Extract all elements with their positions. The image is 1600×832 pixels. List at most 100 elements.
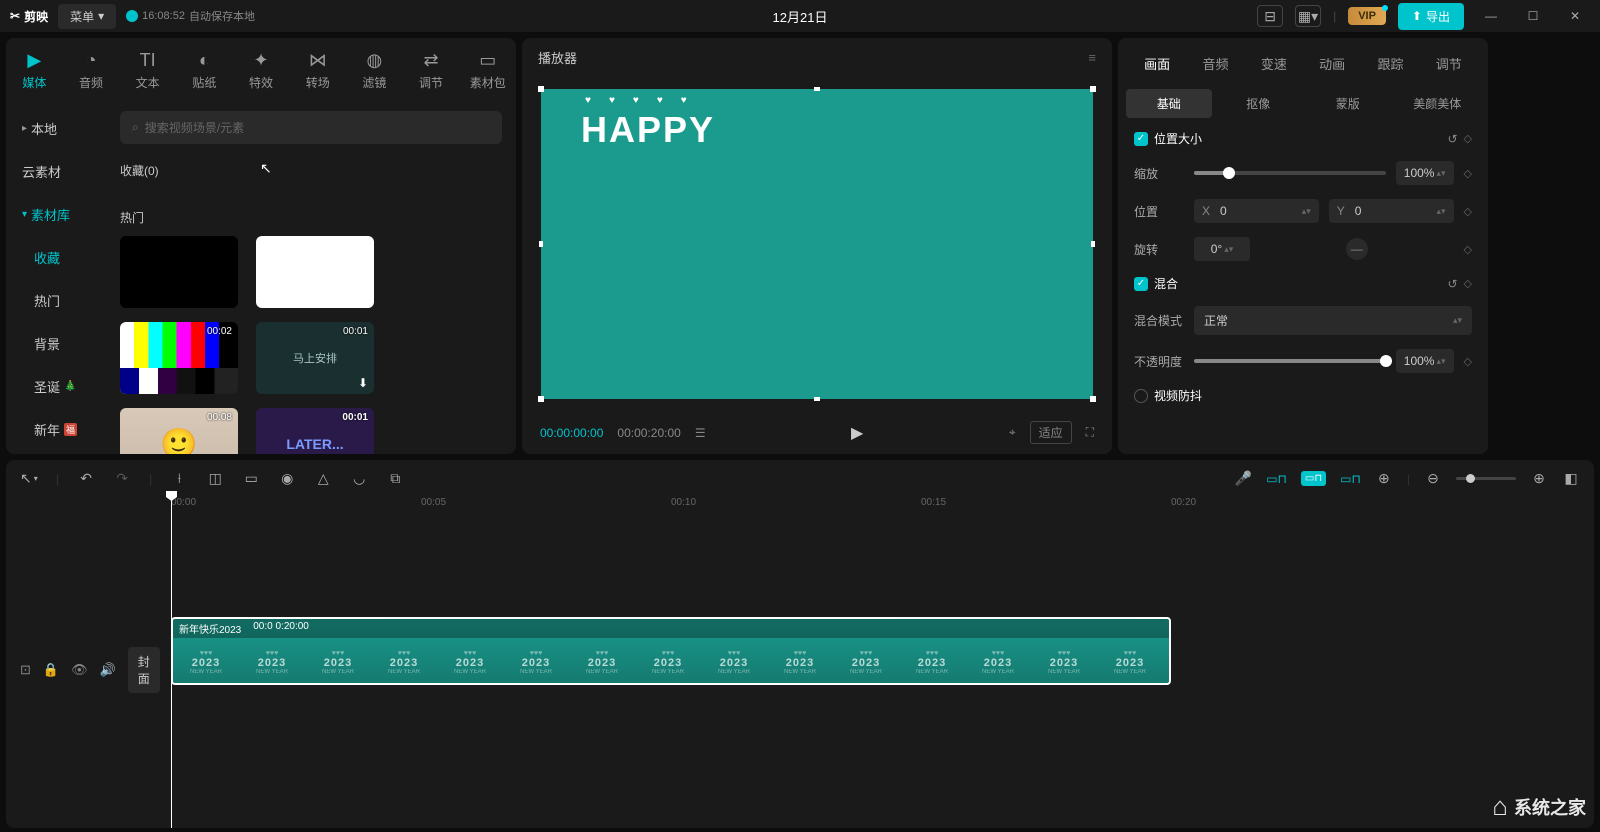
link-button[interactable]: ▭⊓ — [1340, 472, 1361, 486]
tab-sticker[interactable]: ◐贴纸 — [176, 44, 233, 97]
focus-icon[interactable]: ⌖ — [1009, 425, 1016, 440]
handle-top[interactable] — [814, 87, 820, 91]
fullscreen-icon[interactable]: ⛶ — [1086, 425, 1094, 440]
project-title[interactable]: 12月21日 — [773, 7, 828, 26]
list-icon[interactable]: ☰ — [695, 426, 706, 440]
reverse-tool[interactable]: △ — [314, 470, 332, 487]
opacity-input[interactable]: 100%▴▾ — [1396, 349, 1454, 373]
menu-icon[interactable]: ≡ — [1088, 50, 1096, 65]
magnet-button[interactable]: ▭⊓ — [1301, 471, 1326, 486]
thumb-white[interactable] — [256, 236, 374, 308]
tab-adjust[interactable]: ⇄调节 — [403, 44, 460, 97]
handle-bottom[interactable] — [814, 397, 820, 401]
subtab-basic[interactable]: 基础 — [1126, 89, 1212, 118]
tab-media[interactable]: ▶媒体 — [6, 44, 63, 97]
nav-background[interactable]: 背景 — [6, 324, 106, 363]
subtab-cutout[interactable]: 抠像 — [1216, 89, 1302, 118]
handle-right[interactable] — [1091, 241, 1095, 247]
tab-tracking[interactable]: 跟踪 — [1361, 50, 1419, 77]
minimize-button[interactable]: — — [1476, 9, 1506, 23]
tab-effects[interactable]: ✦特效 — [233, 44, 290, 97]
delete-right-tool[interactable]: ▭ — [242, 470, 260, 487]
keyframe-icon[interactable]: ◇ — [1464, 277, 1472, 290]
pos-x-input[interactable]: X0▴▾ — [1194, 199, 1319, 223]
layout-icon[interactable]: ▦▾ — [1295, 5, 1321, 27]
thumb-face[interactable]: 🙂00:08 — [120, 408, 238, 454]
mirror-tool[interactable]: ◡ — [350, 470, 368, 487]
keyframe-icon[interactable]: ◇ — [1464, 132, 1472, 145]
checkbox-icon[interactable]: ✓ — [1134, 132, 1148, 146]
subtab-mask[interactable]: 蒙版 — [1305, 89, 1391, 118]
zoom-in-button[interactable]: ⊕ — [1530, 470, 1548, 487]
delete-left-tool[interactable]: ◫ — [206, 470, 224, 487]
redo-button[interactable]: ↷ — [113, 470, 131, 487]
handle-br[interactable] — [1090, 396, 1096, 402]
record-tool[interactable]: ◉ — [278, 470, 296, 487]
timeline-tracks[interactable]: 新年快乐2023 00:0 0:20:00 ♥♥♥2023NEW YEAR♥♥♥… — [171, 517, 1594, 828]
playhead[interactable] — [171, 497, 172, 828]
tab-filter[interactable]: ◍滤镜 — [346, 44, 403, 97]
handle-tr[interactable] — [1090, 86, 1096, 92]
export-button[interactable]: ⬆ 导出 — [1398, 3, 1464, 30]
reset-icon[interactable]: ↺ — [1447, 132, 1457, 146]
mic-button[interactable]: 🎤 — [1234, 470, 1252, 487]
preview-area[interactable]: ♥♥♥♥♥ HAPPY — [538, 77, 1096, 411]
tab-picture[interactable]: 画面 — [1128, 50, 1186, 77]
toggle-icon[interactable]: ⊡ — [20, 662, 31, 678]
zoom-slider[interactable] — [1456, 477, 1516, 480]
flip-button[interactable]: — — [1346, 238, 1368, 260]
tab-animation[interactable]: 动画 — [1303, 50, 1361, 77]
select-tool[interactable]: ↖▾ — [20, 470, 38, 487]
crop-tool[interactable]: ⧉ — [386, 470, 404, 487]
tab-transition[interactable]: ⋈转场 — [289, 44, 346, 97]
handle-left[interactable] — [539, 241, 543, 247]
timeline-ruler[interactable]: 00:00 00:05 00:10 00:15 00:20 — [6, 497, 1594, 517]
subtab-beauty[interactable]: 美颜美体 — [1395, 89, 1481, 118]
split-tool[interactable]: ⟊ — [170, 470, 188, 487]
magnet-main-button[interactable]: ▭⊓ — [1266, 472, 1287, 486]
speaker-icon[interactable]: 🔊 — [100, 662, 116, 678]
opacity-slider[interactable] — [1194, 359, 1386, 363]
play-button[interactable]: ▶ — [851, 423, 863, 443]
nav-library[interactable]: ▾素材库 — [6, 195, 106, 234]
zoom-out-button[interactable]: ⊖ — [1424, 470, 1442, 487]
nav-local[interactable]: ▸本地 — [6, 109, 106, 148]
nav-christmas[interactable]: 圣诞 🎄 — [6, 367, 106, 406]
keyframe-icon[interactable]: ◇ — [1464, 355, 1472, 368]
video-clip[interactable]: 新年快乐2023 00:0 0:20:00 ♥♥♥2023NEW YEAR♥♥♥… — [171, 617, 1171, 685]
shortcut-icon[interactable]: ⊟ — [1257, 5, 1283, 27]
lock-icon[interactable]: 🔒 — [43, 662, 59, 678]
tab-audio[interactable]: ◔音频 — [63, 44, 120, 97]
preview-canvas[interactable]: ♥♥♥♥♥ HAPPY — [541, 89, 1093, 399]
undo-button[interactable]: ↶ — [77, 470, 95, 487]
tab-speed[interactable]: 变速 — [1245, 50, 1303, 77]
close-button[interactable]: ✕ — [1560, 9, 1590, 23]
nav-favorites[interactable]: 收藏 — [6, 238, 106, 277]
keyframe-icon[interactable]: ◇ — [1464, 205, 1472, 218]
cover-button[interactable]: 封面 — [128, 647, 160, 693]
nav-cloud[interactable]: 云素材 — [6, 152, 106, 191]
tab-tune[interactable]: 调节 — [1420, 50, 1478, 77]
pos-y-input[interactable]: Y0▴▾ — [1329, 199, 1454, 223]
menu-button[interactable]: 菜单 ▾ — [58, 4, 116, 29]
eye-icon[interactable]: 👁 — [71, 662, 88, 678]
blend-mode-select[interactable]: 正常▴▾ — [1194, 306, 1472, 335]
thumb-later[interactable]: LATER...00:01 — [256, 408, 374, 454]
scale-input[interactable]: 100%▴▾ — [1396, 161, 1454, 185]
tab-text[interactable]: TI文本 — [119, 44, 176, 97]
nav-newyear[interactable]: 新年 福 — [6, 410, 106, 449]
thumb-black[interactable] — [120, 236, 238, 308]
vip-badge[interactable]: VIP — [1348, 7, 1386, 25]
nav-funny[interactable]: 搞笑 — [6, 453, 106, 454]
nav-hot[interactable]: 热门 — [6, 281, 106, 320]
handle-bl[interactable] — [538, 396, 544, 402]
maximize-button[interactable]: ☐ — [1518, 9, 1548, 23]
rotate-input[interactable]: 0°▴▾ — [1194, 237, 1250, 261]
thumb-colorbars[interactable]: 00:02 — [120, 322, 238, 394]
handle-tl[interactable] — [538, 86, 544, 92]
tab-sound[interactable]: 音频 — [1186, 50, 1244, 77]
scale-slider[interactable] — [1194, 171, 1386, 175]
radio-icon[interactable] — [1134, 389, 1148, 403]
fit-button[interactable]: 适应 — [1030, 421, 1072, 444]
keyframe-icon[interactable]: ◇ — [1464, 243, 1472, 256]
